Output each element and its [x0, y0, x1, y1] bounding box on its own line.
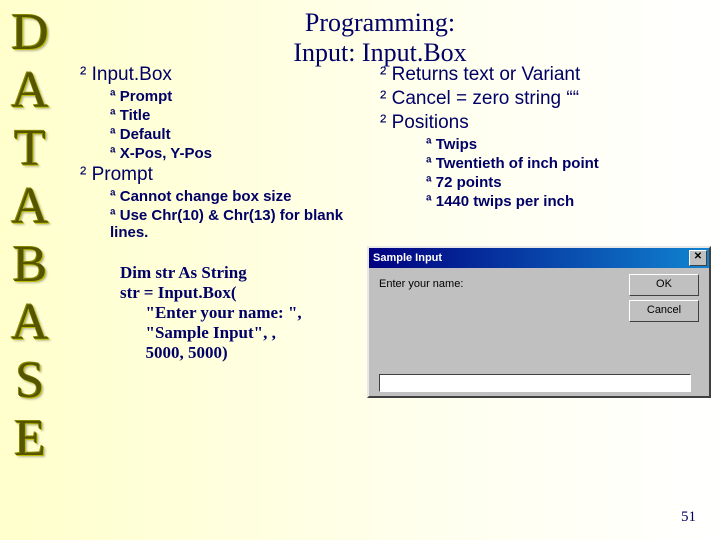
title-line1: Programming: — [305, 8, 455, 37]
code-block: Dim str As String str = Input.Box( "Ente… — [120, 263, 370, 363]
sidebar-letter: B — [0, 236, 60, 294]
input-dialog: Sample Input ✕ Enter your name: OK Cance… — [367, 246, 711, 398]
bullet-sub: ª Use Chr(10) & Chr(13) for blank lines. — [110, 207, 370, 241]
ok-button[interactable]: OK — [629, 274, 699, 296]
slide-title: Programming: Input: Input.Box — [200, 8, 560, 68]
right-column: ² Returns text or Variant ² Cancel = zer… — [380, 62, 660, 212]
dialog-titlebar[interactable]: Sample Input ✕ — [369, 248, 709, 268]
page-number: 51 — [681, 509, 696, 526]
bullet-sub: ª X-Pos, Y-Pos — [110, 145, 370, 162]
bullet-sub: ª Title — [110, 107, 370, 124]
sidebar-letter: A — [0, 294, 60, 352]
bullet-header: ² Input.Box — [80, 64, 370, 86]
bullet-sub: ª Prompt — [110, 88, 370, 105]
dialog-title: Sample Input — [371, 252, 689, 264]
sidebar-letter: A — [0, 178, 60, 236]
sidebar-letter: A — [0, 62, 60, 120]
bullet-sub: ª Default — [110, 126, 370, 143]
bullet-sub: ª 1440 twips per inch — [426, 193, 660, 210]
dialog-text-input[interactable] — [379, 374, 691, 392]
dialog-prompt: Enter your name: — [379, 278, 463, 290]
sidebar-letter: E — [0, 410, 60, 468]
bullet-sub: ª Cannot change box size — [110, 188, 370, 205]
sidebar: D A T A B A S E — [0, 0, 60, 484]
dialog-body: Enter your name: OK Cancel — [369, 268, 709, 402]
bullet-sub: ª Twips — [426, 136, 660, 153]
sidebar-letter: T — [0, 120, 60, 178]
close-icon[interactable]: ✕ — [689, 250, 707, 266]
bullet-header: ² Positions — [380, 112, 660, 134]
bullet-sub: ª Twentieth of inch point — [426, 155, 660, 172]
sidebar-letter: S — [0, 352, 60, 410]
bullet-header: ² Cancel = zero string ““ — [380, 88, 660, 110]
sidebar-letter: D — [0, 4, 60, 62]
bullet-header: ² Prompt — [80, 164, 370, 186]
bullet-sub: ª 72 points — [426, 174, 660, 191]
cancel-button[interactable]: Cancel — [629, 300, 699, 322]
bullet-header: ² Returns text or Variant — [380, 64, 660, 86]
left-column: ² Input.Box ª Prompt ª Title ª Default ª… — [80, 62, 370, 363]
